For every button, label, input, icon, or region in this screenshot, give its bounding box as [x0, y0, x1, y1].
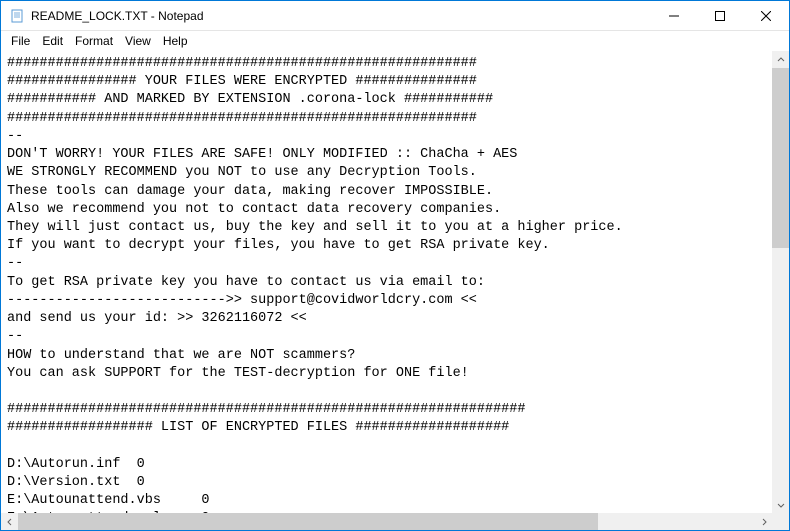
maximize-button[interactable] — [697, 1, 743, 30]
horizontal-scroll-thumb[interactable] — [18, 513, 598, 530]
minimize-button[interactable] — [651, 1, 697, 30]
titlebar: README_LOCK.TXT - Notepad — [1, 1, 789, 31]
horizontal-scroll-track[interactable] — [18, 513, 755, 530]
vertical-scroll-track[interactable] — [772, 68, 789, 496]
scroll-down-button[interactable] — [772, 496, 789, 513]
text-content[interactable]: ########################################… — [1, 51, 772, 513]
menu-format[interactable]: Format — [69, 32, 119, 50]
close-button[interactable] — [743, 1, 789, 30]
menu-file[interactable]: File — [5, 32, 36, 50]
menubar: File Edit Format View Help — [1, 31, 789, 51]
horizontal-scrollbar[interactable] — [1, 513, 772, 530]
scroll-right-button[interactable] — [755, 513, 772, 530]
scroll-left-button[interactable] — [1, 513, 18, 530]
content-area: ########################################… — [1, 51, 789, 530]
scroll-corner — [772, 513, 789, 530]
vertical-scrollbar[interactable] — [772, 51, 789, 513]
menu-view[interactable]: View — [119, 32, 157, 50]
notepad-icon — [9, 8, 25, 24]
window-title: README_LOCK.TXT - Notepad — [31, 9, 651, 23]
menu-edit[interactable]: Edit — [36, 32, 69, 50]
menu-help[interactable]: Help — [157, 32, 194, 50]
window-controls — [651, 1, 789, 30]
vertical-scroll-thumb[interactable] — [772, 68, 789, 248]
scroll-up-button[interactable] — [772, 51, 789, 68]
